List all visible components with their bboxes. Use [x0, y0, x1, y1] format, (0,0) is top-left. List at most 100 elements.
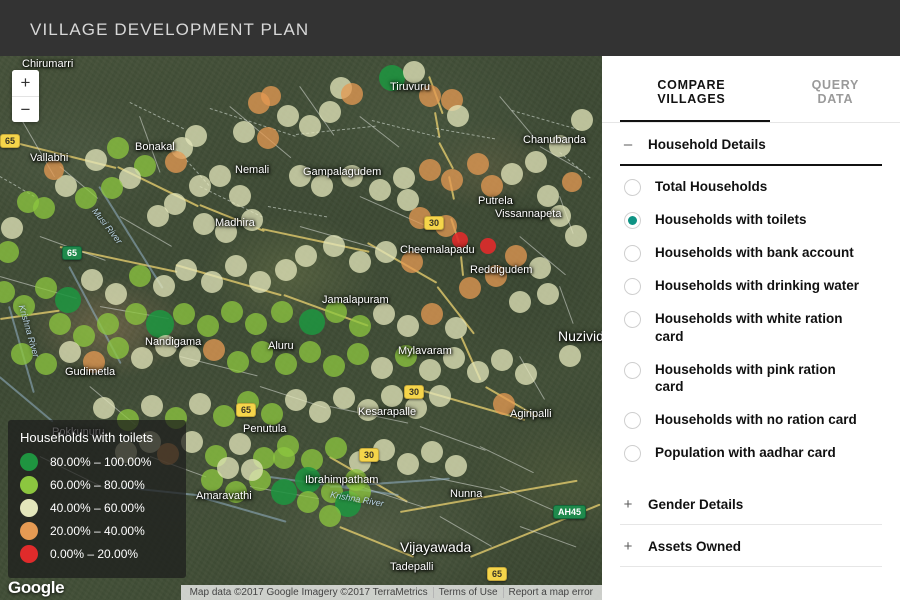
village-dot[interactable] [153, 275, 175, 297]
village-dot[interactable] [261, 403, 283, 425]
village-dot[interactable] [299, 115, 321, 137]
village-dot[interactable] [419, 85, 441, 107]
village-dot[interactable] [347, 343, 369, 365]
village-dot[interactable] [229, 433, 251, 455]
village-dot[interactable] [429, 385, 451, 407]
plus-icon[interactable]: + [620, 539, 636, 554]
village-dot[interactable] [311, 175, 333, 197]
village-dot[interactable] [381, 385, 403, 407]
village-dot[interactable] [93, 397, 115, 419]
village-dot[interactable] [277, 105, 299, 127]
village-dot[interactable] [289, 165, 311, 187]
village-dot[interactable] [325, 301, 347, 323]
village-dot[interactable] [173, 303, 195, 325]
village-dot[interactable] [225, 481, 247, 503]
village-dot[interactable] [241, 209, 263, 231]
village-dot[interactable] [397, 315, 419, 337]
village-dot[interactable] [249, 271, 271, 293]
radio-option-households-with-drinking-water[interactable]: Households with drinking water [624, 277, 882, 295]
village-dot[interactable] [193, 213, 215, 235]
village-dot[interactable] [447, 105, 469, 127]
village-dot[interactable] [59, 341, 81, 363]
village-dot[interactable] [467, 361, 489, 383]
village-dot[interactable] [201, 271, 223, 293]
village-dot[interactable] [493, 393, 515, 415]
village-dot[interactable] [225, 255, 247, 277]
village-dot[interactable] [421, 441, 443, 463]
village-dot[interactable] [481, 175, 503, 197]
village-dot[interactable] [215, 221, 237, 243]
village-dot[interactable] [85, 149, 107, 171]
village-dot[interactable] [107, 337, 129, 359]
radio-unselected-icon[interactable] [624, 445, 641, 463]
village-dot[interactable] [443, 347, 465, 369]
village-dot[interactable] [480, 238, 496, 254]
village-dot[interactable] [229, 185, 251, 207]
village-dot[interactable] [146, 310, 174, 338]
village-dot[interactable] [299, 309, 325, 335]
village-dot[interactable] [419, 359, 441, 381]
radio-option-households-with-pink-ration-card[interactable]: Households with pink ration card [624, 361, 882, 397]
village-dot[interactable] [1, 217, 23, 239]
village-dot[interactable] [147, 205, 169, 227]
tab-query-data[interactable]: QUERY DATA [789, 56, 882, 122]
village-dot[interactable] [309, 401, 331, 423]
village-dot[interactable] [227, 351, 249, 373]
village-dot[interactable] [83, 351, 105, 373]
village-dot[interactable] [175, 259, 197, 281]
village-dot[interactable] [537, 185, 559, 207]
radio-option-total-households[interactable]: Total Households [624, 178, 882, 196]
village-dot[interactable] [221, 301, 243, 323]
village-dot[interactable] [299, 341, 321, 363]
village-dot[interactable] [44, 160, 64, 180]
village-dot[interactable] [549, 205, 571, 227]
village-dot[interactable] [245, 313, 267, 335]
village-dot[interactable] [233, 121, 255, 143]
village-dot[interactable] [505, 245, 527, 267]
village-dot[interactable] [397, 453, 419, 475]
village-dot[interactable] [101, 177, 123, 199]
village-dot[interactable] [189, 393, 211, 415]
village-dot[interactable] [189, 175, 211, 197]
village-dot[interactable] [565, 225, 587, 247]
village-dot[interactable] [341, 83, 363, 105]
village-dot[interactable] [295, 245, 317, 267]
village-dot[interactable] [251, 341, 273, 363]
village-dot[interactable] [271, 301, 293, 323]
section-header-household-details[interactable]: – Household Details [602, 123, 900, 164]
section-header-gender-details[interactable]: + Gender Details [602, 483, 900, 524]
village-dot[interactable] [55, 287, 81, 313]
village-dot[interactable] [81, 269, 103, 291]
village-dot[interactable] [349, 315, 371, 337]
village-dot[interactable] [509, 291, 531, 313]
village-dot[interactable] [537, 283, 559, 305]
village-dot[interactable] [445, 455, 467, 477]
radio-unselected-icon[interactable] [624, 412, 641, 430]
zoom-in-button[interactable]: + [12, 70, 39, 96]
village-dot[interactable] [257, 127, 279, 149]
village-dot[interactable] [319, 101, 341, 123]
village-dot[interactable] [323, 355, 345, 377]
village-dot[interactable] [105, 283, 127, 305]
radio-option-population-with-aadhar-card[interactable]: Population with aadhar card [624, 444, 882, 463]
village-dot[interactable] [275, 259, 297, 281]
minus-icon[interactable]: – [620, 137, 636, 152]
radio-selected-icon[interactable] [624, 212, 641, 229]
village-dot[interactable] [501, 163, 523, 185]
radio-unselected-icon[interactable] [624, 179, 641, 196]
village-dot[interactable] [17, 191, 39, 213]
village-dot[interactable] [371, 357, 393, 379]
radio-option-households-with-white-ration-card[interactable]: Households with white ration card [624, 310, 882, 346]
village-dot[interactable] [491, 349, 513, 371]
radio-unselected-icon[interactable] [624, 311, 641, 328]
village-dot[interactable] [271, 479, 297, 505]
village-dot[interactable] [395, 345, 417, 367]
village-dot[interactable] [295, 467, 321, 493]
village-dot[interactable] [261, 86, 281, 106]
village-dot[interactable] [373, 303, 395, 325]
village-dot[interactable] [107, 137, 129, 159]
village-dot[interactable] [165, 151, 187, 173]
village-dot[interactable] [571, 109, 593, 131]
village-dot[interactable] [467, 153, 489, 175]
village-dot[interactable] [131, 347, 153, 369]
